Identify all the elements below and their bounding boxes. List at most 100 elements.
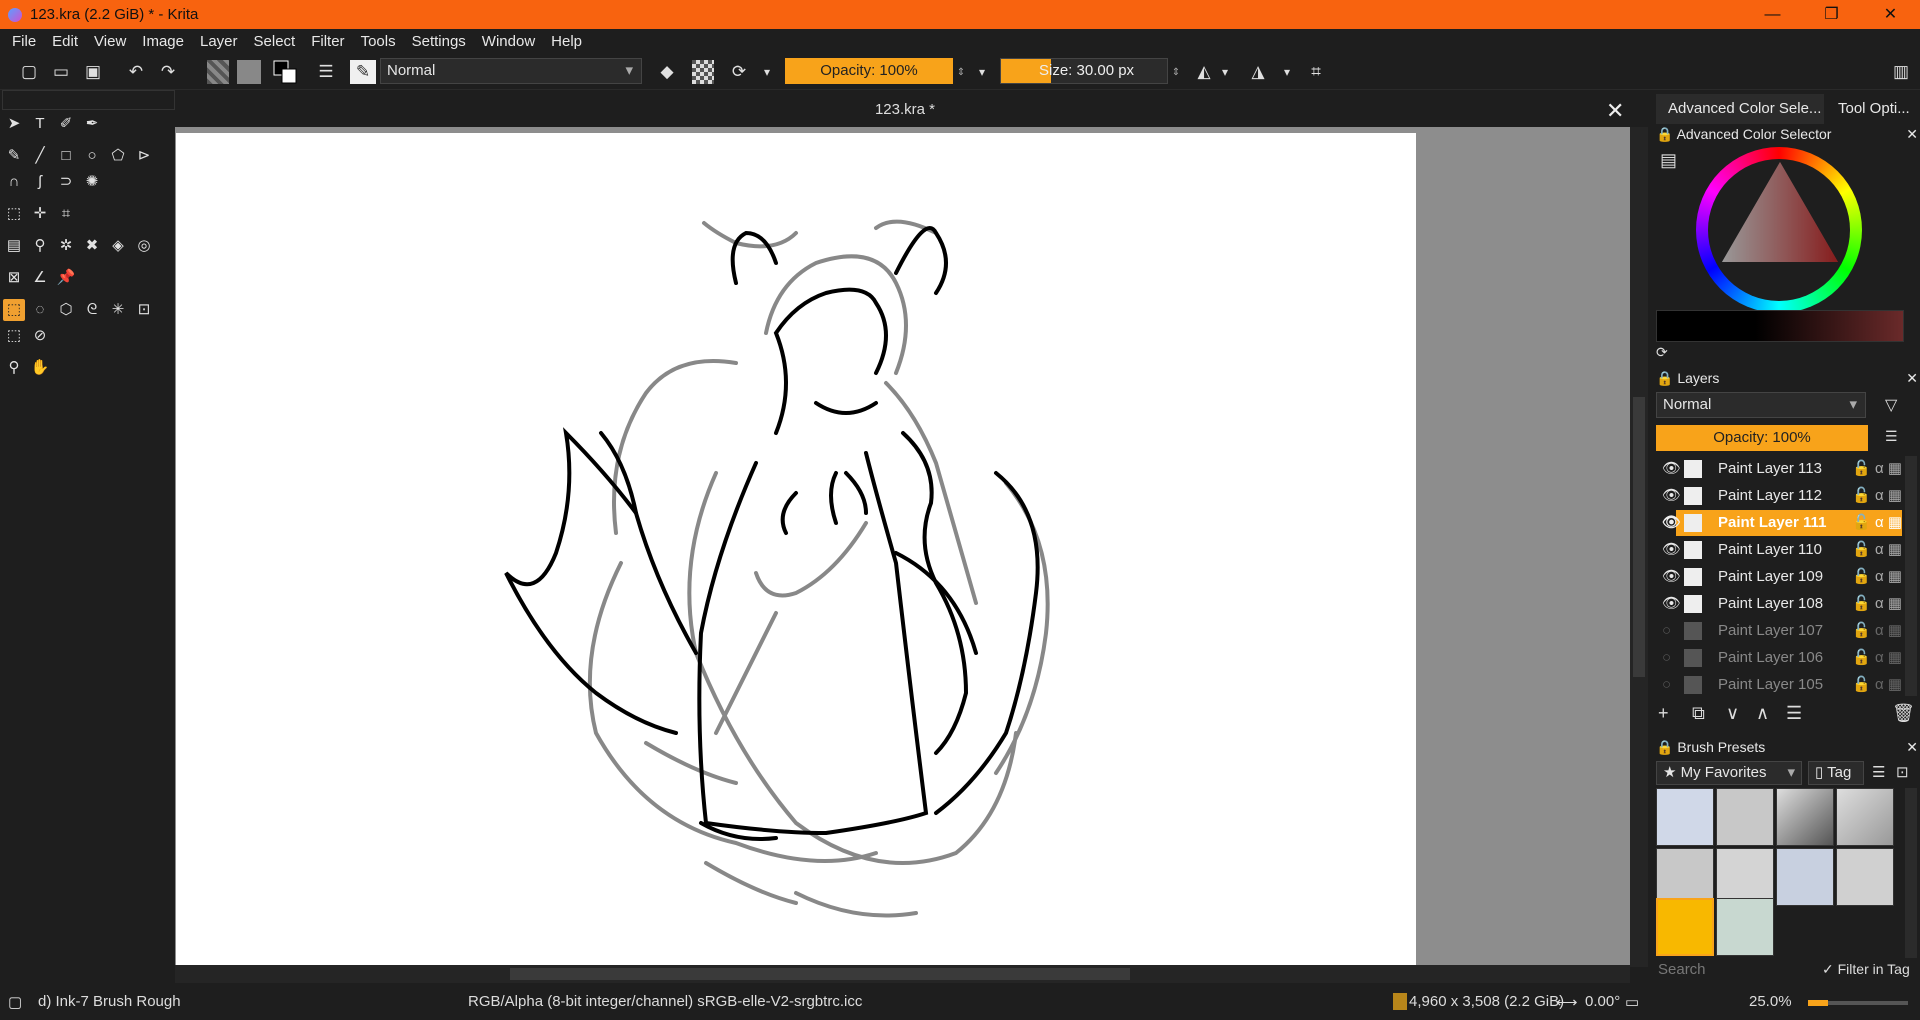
layer-opacity-slider[interactable]: Opacity: 100% <box>1656 425 1868 451</box>
bezier-curve-tool-icon[interactable]: ∩ <box>3 171 25 193</box>
opacity-stepper[interactable]: ⇕ <box>955 60 967 84</box>
multibrush-tool-icon[interactable]: ✺ <box>81 171 103 193</box>
layer-flags-icon[interactable]: 🔓 α ▦ <box>1852 456 1902 482</box>
lock-icon[interactable]: 🔒 <box>1656 126 1673 142</box>
color-sampler-tool-icon[interactable]: ⚲ <box>29 235 51 257</box>
duplicate-layer-icon[interactable]: ⧉ <box>1692 703 1705 724</box>
chevron-down-icon[interactable]: ▾ <box>1218 60 1232 84</box>
tab-advanced-color-selector[interactable]: Advanced Color Sele... <box>1656 94 1824 124</box>
menu-settings[interactable]: Settings <box>404 33 474 50</box>
close-panel-icon[interactable]: ✕ <box>1906 367 1918 389</box>
opacity-slider[interactable]: Opacity: 100% <box>785 58 953 84</box>
layer-row[interactable]: 👁 Paint Layer 112 🔓 α ▦ <box>1662 483 1902 509</box>
move-tool-icon[interactable]: ✛ <box>29 203 51 225</box>
layer-flags-icon[interactable]: 🔓 α ▦ <box>1852 645 1902 671</box>
magnetic-selection-tool-icon[interactable]: ⊘ <box>29 325 51 347</box>
rectangular-selection-tool-icon[interactable]: ⬚ <box>3 299 25 321</box>
rectangle-tool-icon[interactable]: □ <box>55 145 77 167</box>
menu-view[interactable]: View <box>86 33 134 50</box>
filter-icon[interactable]: ▽ <box>1885 395 1897 415</box>
eye-icon[interactable]: 👁 <box>1662 591 1681 617</box>
layer-flags-icon[interactable]: 🔓 α ▦ <box>1852 564 1902 590</box>
horizontal-scrollbar[interactable] <box>175 965 1630 983</box>
layer-row[interactable]: 👁 Paint Layer 108 🔓 α ▦ <box>1662 591 1902 617</box>
tag-button[interactable]: ▯ Tag <box>1808 761 1864 785</box>
horizontal-scroll-thumb[interactable] <box>510 968 1130 980</box>
brush-preset-tile[interactable] <box>1656 788 1714 846</box>
color-triangle[interactable] <box>1718 158 1842 266</box>
line-tool-icon[interactable]: ╱ <box>29 145 51 167</box>
colorize-mask-tool-icon[interactable]: ✲ <box>55 235 77 257</box>
menu-help[interactable]: Help <box>543 33 590 50</box>
refresh-icon[interactable]: ⟳ <box>1656 344 1668 361</box>
polyline-tool-icon[interactable]: ⊳ <box>133 145 155 167</box>
lock-icon[interactable]: 🔒 <box>1656 739 1673 755</box>
layer-flags-icon[interactable]: 🔓 α ▦ <box>1852 510 1902 536</box>
crop-tool-icon[interactable]: ⌗ <box>55 203 77 225</box>
import-icon[interactable]: ⊡ <box>1896 763 1909 781</box>
zoom-tool-icon[interactable]: ⚲ <box>3 357 25 379</box>
workspace-icon[interactable]: ▥ <box>1890 60 1912 84</box>
color-history-bar[interactable] <box>1656 310 1904 342</box>
bezier-selection-tool-icon[interactable]: ⬚ <box>3 325 25 347</box>
polygon-tool-icon[interactable]: ⬠ <box>107 145 129 167</box>
canvas-paper[interactable] <box>176 133 1416 968</box>
layer-row-active[interactable]: 👁 Paint Layer 111 🔓 α ▦ <box>1662 510 1902 536</box>
chevron-down-icon[interactable]: ▾ <box>760 60 774 84</box>
pattern-selector-icon[interactable] <box>237 60 261 84</box>
image-dimensions[interactable]: 4,960 x 3,508 (2.2 GiB) <box>1393 993 1564 1010</box>
menu-tools[interactable]: Tools <box>353 33 404 50</box>
delete-layer-icon[interactable]: 🗑 <box>1892 703 1915 724</box>
menu-edit[interactable]: Edit <box>44 33 86 50</box>
menu-layer[interactable]: Layer <box>192 33 246 50</box>
smart-patch-tool-icon[interactable]: ✖ <box>81 235 103 257</box>
gradient-selector-icon[interactable] <box>207 60 229 84</box>
wrap-around-icon[interactable]: ⌗ <box>1305 60 1327 84</box>
minimize-button[interactable]: — <box>1743 0 1802 29</box>
reload-preset-icon[interactable]: ⟳ <box>728 60 750 84</box>
edit-shapes-tool-icon[interactable]: ✐ <box>55 113 77 135</box>
reference-images-tool-icon[interactable]: 📌 <box>55 267 77 289</box>
layer-flags-icon[interactable]: 🔓 α ▦ <box>1852 483 1902 509</box>
gradient-tool-icon[interactable]: ▤ <box>3 235 25 257</box>
layer-blend-mode-dropdown[interactable]: Normal ▾ <box>1656 392 1866 418</box>
eye-icon[interactable]: 👁 <box>1662 483 1681 509</box>
pan-tool-icon[interactable]: ✋ <box>29 357 51 379</box>
similar-color-selection-tool-icon[interactable]: ⊡ <box>133 299 155 321</box>
mirror-horizontal-icon[interactable]: ◭ <box>1193 60 1215 84</box>
filter-in-tag-checkbox[interactable]: ✓ Filter in Tag <box>1822 961 1910 978</box>
zoom-value[interactable]: 25.0% <box>1749 993 1792 1010</box>
menu-select[interactable]: Select <box>246 33 304 50</box>
close-document-icon[interactable]: ✕ <box>1606 98 1624 124</box>
enclose-fill-tool-icon[interactable]: ◎ <box>133 235 155 257</box>
view-mode-icon[interactable]: ☰ <box>1872 763 1885 781</box>
freehand-selection-tool-icon[interactable]: ᘓ <box>81 299 103 321</box>
chevron-down-icon[interactable]: ▾ <box>1280 60 1294 84</box>
document-tab[interactable]: 123.kra * <box>175 92 1635 127</box>
eye-icon[interactable]: 👁 <box>1662 456 1681 482</box>
layer-row[interactable]: 👁 Paint Layer 110 🔓 α ▦ <box>1662 537 1902 563</box>
eye-icon[interactable]: 👁 <box>1662 564 1681 590</box>
calligraphy-tool-icon[interactable]: ✒ <box>81 113 103 135</box>
rotation-value[interactable]: 0.00° <box>1585 993 1620 1010</box>
move-layer-down-icon[interactable]: ∨ <box>1726 703 1739 724</box>
new-document-icon[interactable]: ▢ <box>18 60 40 84</box>
fg-bg-color-icon[interactable] <box>272 60 298 84</box>
size-stepper[interactable]: ⇕ <box>1170 60 1182 84</box>
fill-tool-icon[interactable]: ◈ <box>107 235 129 257</box>
layer-row[interactable]: 👁 Paint Layer 109 🔓 α ▦ <box>1662 564 1902 590</box>
transform-tool-icon[interactable]: ⬚ <box>3 203 25 225</box>
layer-flags-icon[interactable]: 🔓 α ▦ <box>1852 591 1902 617</box>
brush-preset-tile[interactable] <box>1776 788 1834 846</box>
color-selector-settings-icon[interactable]: ▤ <box>1660 150 1677 171</box>
brush-preset-tile[interactable] <box>1836 848 1894 906</box>
eye-hidden-icon[interactable]: ○ <box>1662 645 1671 671</box>
brush-preset-tile-selected[interactable] <box>1656 898 1714 956</box>
text-tool-icon[interactable]: T <box>29 113 51 135</box>
add-layer-icon[interactable]: + <box>1658 703 1669 724</box>
fullscreen-icon[interactable]: ▭ <box>1625 993 1639 1011</box>
layer-flags-icon[interactable]: 🔓 α ▦ <box>1852 672 1902 698</box>
measure-tool-icon[interactable]: ∠ <box>29 267 51 289</box>
menu-file[interactable]: File <box>4 33 44 50</box>
size-slider[interactable]: Size: 30.00 px <box>1000 58 1168 84</box>
